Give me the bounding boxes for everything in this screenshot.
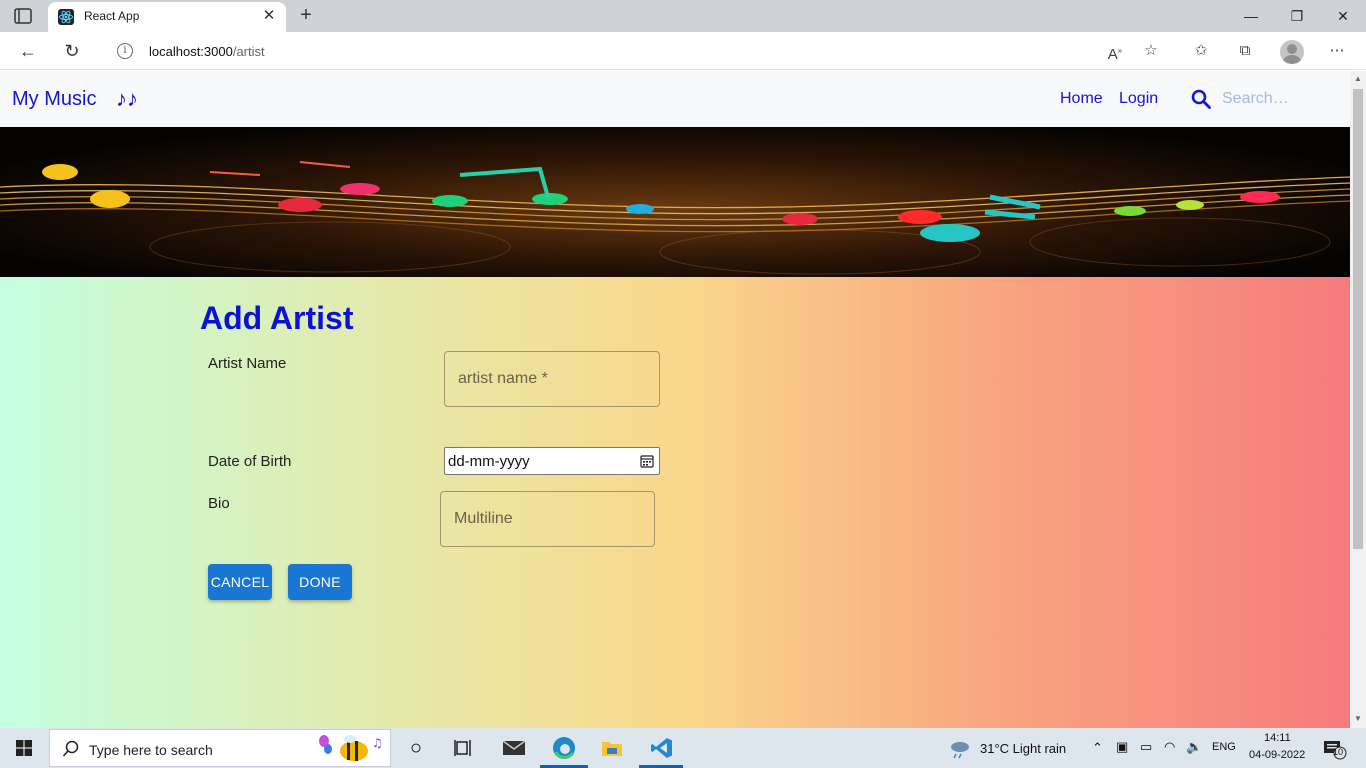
profile-avatar-icon[interactable] xyxy=(1280,40,1304,64)
minimize-icon[interactable]: — xyxy=(1228,4,1274,28)
taskbar-search-box[interactable]: Type here to search ♫ xyxy=(49,729,391,767)
add-artist-section: Add Artist Artist Name artist name * Dat… xyxy=(0,277,1350,728)
scroll-thumb[interactable] xyxy=(1353,89,1363,549)
svg-text:♫: ♫ xyxy=(372,736,383,750)
wifi-icon[interactable]: ◠ xyxy=(1164,739,1175,755)
more-menu-icon[interactable]: ⋯ xyxy=(1326,40,1348,62)
mail-icon[interactable] xyxy=(502,736,526,760)
page-viewport: My Music ♪♪ Home Login Search… Add Artis… xyxy=(0,71,1350,728)
cancel-button[interactable]: CANCEL xyxy=(208,564,272,600)
close-window-icon[interactable]: ✕ xyxy=(1320,4,1366,28)
bio-label: Bio xyxy=(208,495,230,512)
brand-link[interactable]: My Music xyxy=(12,88,96,111)
tab-actions-icon[interactable] xyxy=(14,8,32,24)
network-status-icon[interactable]: ▣ xyxy=(1116,739,1128,755)
chevron-up-icon[interactable]: ⌃ xyxy=(1092,740,1103,756)
url-path: /artist xyxy=(232,44,265,59)
add-favorite-icon[interactable]: ☆ xyxy=(1140,40,1162,62)
read-aloud-icon[interactable]: A» xyxy=(1104,40,1126,63)
app-navbar: My Music ♪♪ Home Login xyxy=(0,71,1350,127)
new-tab-icon[interactable]: + xyxy=(296,3,316,27)
clock-time[interactable]: 14:11 xyxy=(1264,732,1291,744)
site-info-icon[interactable]: i xyxy=(117,43,133,59)
search-highlight-bee-icon: ♫ xyxy=(319,735,383,761)
windows-start-icon[interactable] xyxy=(16,740,32,756)
clock-date[interactable]: 04-09-2022 xyxy=(1249,749,1305,761)
vscode-icon[interactable] xyxy=(650,736,674,760)
volume-icon[interactable]: 🔈 xyxy=(1186,739,1202,755)
page-scrollbar[interactable]: ▲ ▼ xyxy=(1350,71,1366,728)
browser-tab-bar: React App ✕ + — ❐ ✕ xyxy=(0,0,1366,32)
music-banner-image xyxy=(0,127,1350,277)
reload-icon[interactable]: ↻ xyxy=(60,39,84,63)
scroll-down-icon[interactable]: ▼ xyxy=(1353,714,1363,724)
weather-text[interactable]: 31°C Light rain xyxy=(980,741,1066,756)
url-host: localhost:3000 xyxy=(149,44,233,59)
done-button[interactable]: DONE xyxy=(288,564,352,600)
notification-count: 10 xyxy=(1333,747,1344,757)
collections-icon[interactable]: ⧉ xyxy=(1234,40,1256,62)
dob-value: dd-mm-yyyy xyxy=(448,453,530,470)
file-explorer-icon[interactable] xyxy=(600,736,624,760)
edge-browser-icon[interactable] xyxy=(552,736,576,760)
nav-home-link[interactable]: Home xyxy=(1060,90,1103,108)
battery-icon[interactable]: ▭ xyxy=(1140,739,1152,755)
calendar-icon[interactable] xyxy=(639,453,655,469)
bio-placeholder: Multiline xyxy=(454,510,513,527)
artist-name-label: Artist Name xyxy=(208,355,287,372)
close-tab-icon[interactable]: ✕ xyxy=(260,7,278,25)
bio-textarea[interactable]: Multiline xyxy=(440,491,655,547)
page-title: Add Artist xyxy=(200,300,354,336)
browser-tab-active[interactable]: React App ✕ xyxy=(48,2,286,32)
react-logo-icon xyxy=(58,9,74,25)
tab-title: React App xyxy=(84,9,140,23)
search-icon[interactable] xyxy=(1190,88,1212,110)
browser-address-bar: ← ↻ i localhost:3000/artist A» ☆ ✩ ⧉ ⋯ xyxy=(0,32,1366,70)
weather-rain-icon[interactable] xyxy=(948,736,972,760)
search-icon xyxy=(62,740,79,757)
restore-icon[interactable]: ❐ xyxy=(1274,4,1320,28)
url-text: localhost:3000/artist xyxy=(149,44,265,59)
dob-label: Date of Birth xyxy=(208,453,292,470)
back-icon[interactable]: ← xyxy=(16,39,40,63)
search-input[interactable] xyxy=(1222,88,1332,110)
cortana-icon[interactable]: ○ xyxy=(404,736,428,760)
artist-name-placeholder: artist name * xyxy=(458,370,548,387)
music-notes-icon: ♪♪ xyxy=(116,86,138,111)
scroll-up-icon[interactable]: ▲ xyxy=(1353,74,1363,84)
dob-date-input[interactable]: dd-mm-yyyy xyxy=(444,447,660,475)
task-view-icon[interactable] xyxy=(452,736,476,760)
url-field[interactable]: i localhost:3000/artist xyxy=(100,36,1172,66)
favorites-icon[interactable]: ✩ xyxy=(1190,40,1212,62)
artist-name-field[interactable]: artist name * xyxy=(444,351,660,407)
windows-taskbar: Type here to search ♫ ○ 31°C Light rain … xyxy=(0,728,1366,768)
nav-login-link[interactable]: Login xyxy=(1119,90,1158,108)
taskbar-search-text: Type here to search xyxy=(89,742,213,758)
language-indicator[interactable]: ENG xyxy=(1212,741,1236,753)
